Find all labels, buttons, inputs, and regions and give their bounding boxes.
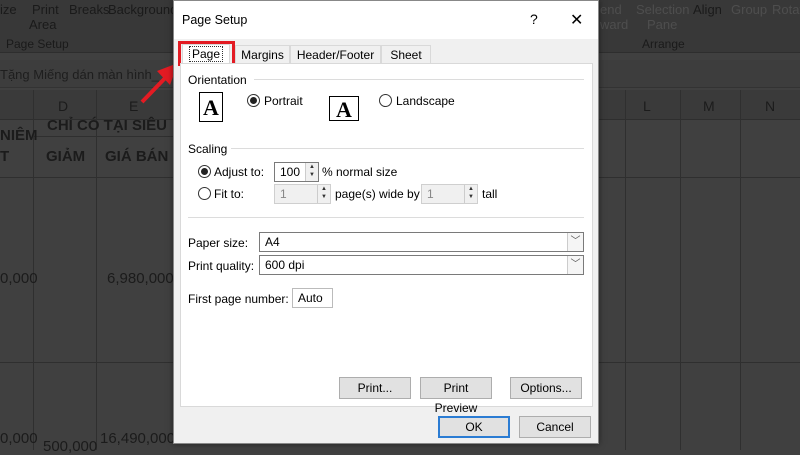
grid-line [33, 136, 173, 137]
close-button[interactable]: ✕ [570, 10, 583, 30]
ribbon-size[interactable]: ize [0, 2, 17, 17]
adjust-to-input[interactable]: 100 ▲▼ [274, 162, 319, 182]
grid-line [740, 90, 741, 450]
fit-to-radio[interactable] [198, 187, 211, 200]
ribbon-align[interactable]: Align [693, 2, 722, 17]
page-tab-panel: Orientation A Portrait A Landscape Scali… [180, 63, 593, 407]
cell-r1-e[interactable]: 6,980,000 [107, 270, 174, 287]
print-quality-label: Print quality: [188, 259, 254, 273]
fit-to-label[interactable]: Fit to: [214, 187, 244, 201]
portrait-radio[interactable] [247, 94, 260, 107]
dialog-title: Page Setup [182, 13, 247, 27]
tall-label: tall [482, 187, 497, 201]
fit-wide-input[interactable]: 1 ▲▼ [274, 184, 331, 204]
print-quality-value: 600 dpi [265, 258, 304, 272]
paper-size-value: A4 [265, 235, 280, 249]
header-gia-ban: GIÁ BÁN [105, 148, 168, 165]
spinner-arrows-icon[interactable]: ▲▼ [305, 163, 318, 181]
normal-size-label: % normal size [322, 165, 397, 179]
first-page-number-label: First page number: [188, 292, 289, 306]
fit-wide-value: 1 [280, 187, 287, 201]
ribbon-rotate[interactable]: Rotat [772, 2, 800, 17]
ribbon-print-area[interactable]: Print [32, 2, 59, 17]
header-giam: GIẢM [46, 148, 85, 165]
divider [231, 148, 584, 149]
ribbon-selection-pane[interactable]: Selection [636, 2, 689, 17]
column-d[interactable]: D [58, 98, 68, 114]
cell-r1-c[interactable]: 0,000 [0, 270, 38, 287]
landscape-radio[interactable] [379, 94, 392, 107]
cell-r2-e[interactable]: 16,490,000 [100, 430, 175, 447]
ribbon-bring-forward-2[interactable]: ward [600, 17, 628, 32]
ribbon-bring-forward[interactable]: end [600, 2, 622, 17]
divider [254, 79, 584, 80]
grid-line [625, 90, 626, 450]
column-l[interactable]: L [643, 98, 651, 114]
pages-wide-by-label: page(s) wide by [335, 187, 420, 201]
paper-size-select[interactable]: A4 ﹀ [259, 232, 584, 252]
landscape-icon: A [329, 96, 359, 121]
header-niem: NIÊM [0, 127, 38, 144]
fit-tall-value: 1 [427, 187, 434, 201]
tab-margins[interactable]: Margins [235, 45, 290, 64]
adjust-to-label[interactable]: Adjust to: [214, 165, 264, 179]
ribbon-group-arrange: Arrange [642, 37, 685, 51]
orientation-label: Orientation [188, 73, 247, 87]
divider [188, 217, 584, 218]
ok-button[interactable]: OK [438, 416, 510, 438]
header-t: T [0, 148, 9, 165]
cancel-button[interactable]: Cancel [519, 416, 591, 438]
column-n[interactable]: N [765, 98, 775, 114]
print-button[interactable]: Print... [339, 377, 411, 399]
portrait-icon: A [199, 92, 223, 122]
spinner-arrows-icon[interactable]: ▲▼ [464, 185, 477, 203]
paper-size-label: Paper size: [188, 236, 248, 250]
chevron-down-icon[interactable]: ﹀ [567, 256, 583, 274]
ribbon-breaks[interactable]: Breaks [69, 2, 109, 17]
chevron-down-icon[interactable]: ﹀ [567, 233, 583, 251]
cell-r2-d[interactable]: 500,000 [43, 438, 97, 455]
landscape-label[interactable]: Landscape [396, 94, 455, 108]
first-page-number-input[interactable]: Auto [292, 288, 333, 308]
page-setup-dialog: Page Setup ? ✕ Page Margins Header/Foote… [173, 0, 599, 444]
spinner-arrows-icon[interactable]: ▲▼ [317, 185, 330, 203]
print-quality-select[interactable]: 600 dpi ﹀ [259, 255, 584, 275]
ribbon-background[interactable]: Background [108, 2, 177, 17]
adjust-to-radio[interactable] [198, 165, 211, 178]
portrait-label[interactable]: Portrait [264, 94, 303, 108]
grid-line [96, 90, 97, 450]
grid-line [680, 90, 681, 450]
ribbon-group[interactable]: Group [731, 2, 767, 17]
help-button[interactable]: ? [530, 11, 538, 27]
header-chi-co: CHỈ CÓ TẠI SIÊU [47, 117, 167, 134]
tab-sheet[interactable]: Sheet [381, 45, 431, 64]
ribbon-selection-pane-2[interactable]: Pane [647, 17, 677, 32]
adjust-to-value: 100 [280, 165, 300, 179]
ribbon-group-page-setup: Page Setup [6, 37, 69, 51]
print-preview-button[interactable]: Print Preview [420, 377, 492, 399]
tab-header-footer[interactable]: Header/Footer [290, 45, 381, 64]
scaling-label: Scaling [188, 142, 227, 156]
ribbon-print-area-2[interactable]: Area [29, 17, 56, 32]
cell-r2-c[interactable]: 0,000 [0, 430, 38, 447]
fit-tall-input[interactable]: 1 ▲▼ [421, 184, 478, 204]
column-m[interactable]: M [703, 98, 715, 114]
options-button[interactable]: Options... [510, 377, 582, 399]
